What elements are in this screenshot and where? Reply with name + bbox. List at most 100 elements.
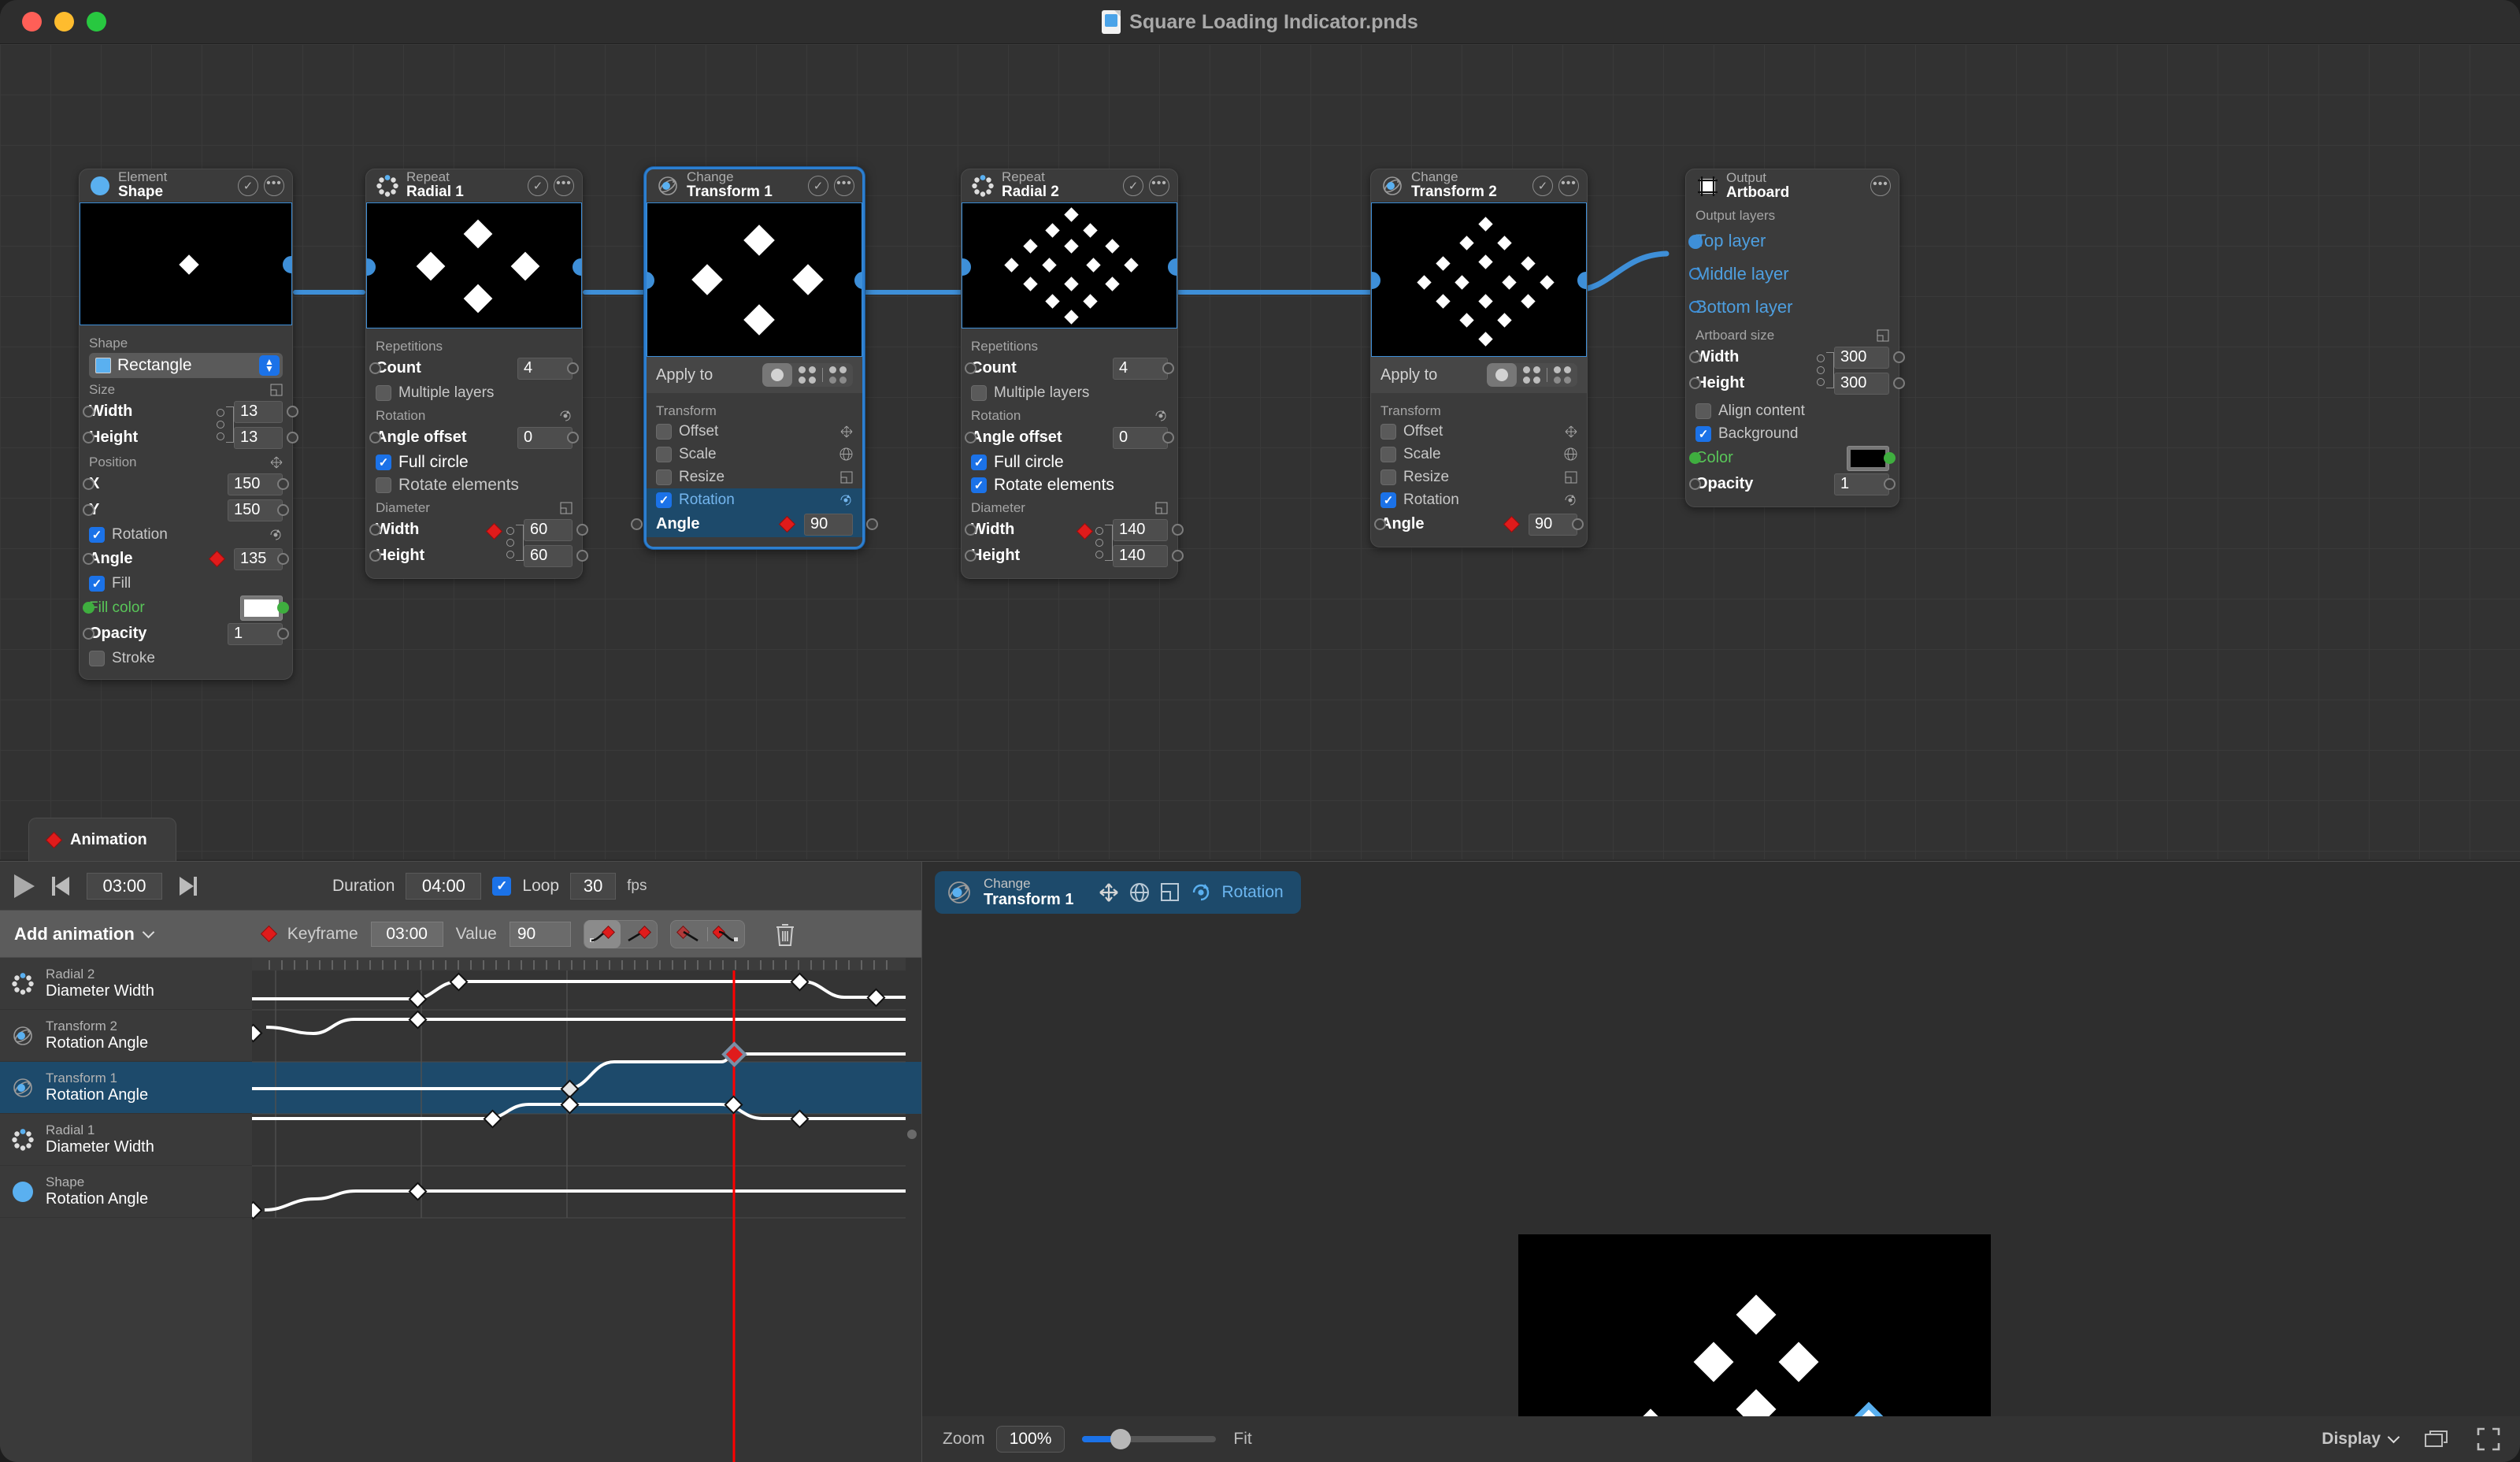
node-radial2[interactable]: Repeat Radial 2 ✓ ••• Repetitions Count … — [961, 169, 1184, 579]
artboard-opacity-row[interactable]: Opacity 1 — [1689, 471, 1896, 497]
zoom-slider-handle[interactable] — [1110, 1429, 1132, 1449]
radial1-count-row[interactable]: Count 4 — [369, 355, 579, 381]
transform2-output-port[interactable] — [1577, 272, 1586, 289]
link-chain-icon[interactable] — [505, 525, 516, 561]
shape-fill-checkbox-row[interactable]: ✓ Fill — [89, 572, 283, 595]
shape-fillcolor-row[interactable]: Fill color — [83, 595, 289, 621]
artboard-width-input-port[interactable] — [1689, 351, 1701, 363]
shape-width-row[interactable]: Width — [83, 399, 215, 425]
resize-checkbox[interactable] — [1380, 469, 1396, 485]
radial1-angleoffset-field[interactable]: 0 — [517, 426, 573, 449]
transform1-applyto-row[interactable]: Apply to — [647, 357, 862, 393]
display-menu-button[interactable]: Display — [2322, 1430, 2400, 1449]
transform2-offset-row[interactable]: Offset — [1380, 420, 1577, 443]
next-keyframe-icon[interactable] — [180, 876, 197, 896]
transform1-angle-row[interactable]: Angle 90 — [631, 511, 878, 537]
shape-opacity-field[interactable]: 1 — [228, 622, 283, 645]
radial2-fullcircle-row[interactable]: ✓ Full circle — [971, 451, 1168, 473]
radial1-output-port[interactable] — [573, 258, 581, 276]
keyframe-time-field[interactable]: 03:00 — [370, 921, 443, 947]
layers-icon[interactable] — [2425, 1429, 2450, 1449]
transform1-scale-row[interactable]: Scale — [656, 443, 853, 466]
y-output-port[interactable] — [277, 504, 289, 516]
offset-checkbox[interactable] — [656, 423, 672, 440]
radial1-angleoffset-row[interactable]: Angle offset 0 — [369, 425, 579, 451]
angle-output-port[interactable] — [866, 518, 878, 530]
radial1-height-field[interactable]: 60 — [524, 544, 573, 567]
offset-checkbox[interactable] — [1380, 423, 1396, 440]
radial2-count-row[interactable]: Count 4 — [965, 355, 1174, 381]
track-row-transform2[interactable]: Transform 2 Rotation Angle — [0, 1010, 252, 1062]
more-options-icon[interactable]: ••• — [264, 175, 284, 196]
radial2-width-field[interactable]: 140 — [1113, 518, 1168, 541]
fill-color-output-port[interactable] — [277, 602, 289, 614]
artboard-height-row[interactable]: Height — [1689, 370, 1815, 396]
rotate-elements-checkbox[interactable]: ✓ — [971, 477, 987, 493]
angle-input-port[interactable] — [83, 553, 94, 565]
angle-offset-output-port[interactable] — [1162, 432, 1174, 443]
radial2-height-row[interactable]: Height — [965, 543, 1079, 569]
transform1-input-port[interactable] — [647, 272, 654, 289]
opacity-input-port[interactable] — [1689, 478, 1701, 490]
apply-to-each[interactable] — [1547, 363, 1577, 387]
diameter-width-output-port[interactable] — [576, 524, 588, 536]
transform1-rotation-row[interactable]: ✓ Rotation — [647, 488, 862, 511]
shape-output-port[interactable] — [283, 256, 291, 273]
shape-x-field[interactable]: 150 — [228, 473, 283, 495]
link-chain-icon[interactable] — [215, 406, 226, 443]
ease-out-smooth-button[interactable] — [708, 920, 744, 948]
angle-input-port[interactable] — [631, 518, 643, 530]
track-row-radial2[interactable]: Radial 2 Diameter Width — [0, 958, 252, 1010]
artboard-width-row[interactable]: Width — [1689, 344, 1815, 370]
bottom-layer-port[interactable] — [1689, 301, 1701, 313]
count-output-port[interactable] — [567, 362, 579, 374]
x-output-port[interactable] — [277, 478, 289, 490]
keyframe-curves[interactable] — [252, 958, 906, 1462]
rotate-elements-checkbox[interactable] — [376, 477, 391, 493]
fill-color-swatch[interactable] — [240, 595, 283, 621]
artboard-height-field[interactable]: 300 — [1834, 372, 1889, 395]
height-output-port[interactable] — [287, 432, 298, 443]
zoom-slider[interactable] — [1082, 1429, 1217, 1449]
play-icon[interactable] — [14, 874, 35, 898]
resize-checkbox[interactable] — [656, 469, 672, 485]
fullscreen-icon[interactable] — [2477, 1427, 2500, 1451]
current-time-field[interactable]: 03:00 — [87, 872, 162, 900]
angle-output-port[interactable] — [277, 553, 289, 565]
node-artboard[interactable]: Output Artboard ••• Output layers Top la… — [1685, 169, 1905, 507]
keyframe-diamond-icon[interactable] — [1503, 515, 1521, 533]
diameter-width-input-port[interactable] — [965, 524, 976, 536]
shape-height-field[interactable]: 13 — [234, 426, 283, 449]
scale-checkbox[interactable] — [1380, 446, 1396, 462]
rotate-icon[interactable] — [1191, 882, 1211, 903]
radial1-rotateelements-row[interactable]: Rotate elements — [376, 473, 573, 496]
shape-y-field[interactable]: 150 — [228, 499, 283, 521]
resize-icon[interactable] — [1160, 882, 1180, 903]
duration-field[interactable]: 04:00 — [406, 872, 482, 900]
shape-angle-field[interactable]: 135 — [234, 547, 283, 570]
count-output-port[interactable] — [1162, 362, 1174, 374]
close-button[interactable] — [22, 12, 42, 32]
track-row-radial1[interactable]: Radial 1 Diameter Width — [0, 1114, 252, 1166]
artboard-opacity-field[interactable]: 1 — [1834, 473, 1889, 495]
radial2-rotateelements-row[interactable]: ✓ Rotate elements — [971, 473, 1168, 496]
keyframe-diamond-icon[interactable] — [485, 522, 503, 540]
radial2-angleoffset-row[interactable]: Angle offset 0 — [965, 425, 1174, 451]
transform2-angle-row[interactable]: Angle 90 — [1374, 511, 1584, 537]
transform1-resize-row[interactable]: Resize — [656, 466, 853, 488]
opacity-output-port[interactable] — [1884, 478, 1896, 490]
artboard-background-row[interactable]: ✓ Background — [1695, 422, 1889, 445]
check-icon[interactable]: ✓ — [1123, 175, 1143, 196]
artboard-toplayer-row[interactable]: Top layer — [1688, 224, 1889, 258]
add-animation-button[interactable]: Add animation — [14, 924, 155, 944]
radial1-width-field[interactable]: 60 — [524, 518, 573, 541]
opacity-output-port[interactable] — [277, 628, 289, 640]
artboard-middlelayer-row[interactable]: Middle layer — [1689, 258, 1889, 291]
keyframe-diamond-icon[interactable] — [778, 515, 796, 533]
artboard-height-input-port[interactable] — [1689, 377, 1701, 389]
artboard-bottomlayer-row[interactable]: Bottom layer — [1689, 291, 1889, 324]
count-input-port[interactable] — [369, 362, 381, 374]
apply-to-segmented-control[interactable] — [1487, 363, 1577, 387]
color-input-port[interactable] — [1689, 452, 1701, 464]
check-icon[interactable]: ✓ — [808, 175, 828, 196]
